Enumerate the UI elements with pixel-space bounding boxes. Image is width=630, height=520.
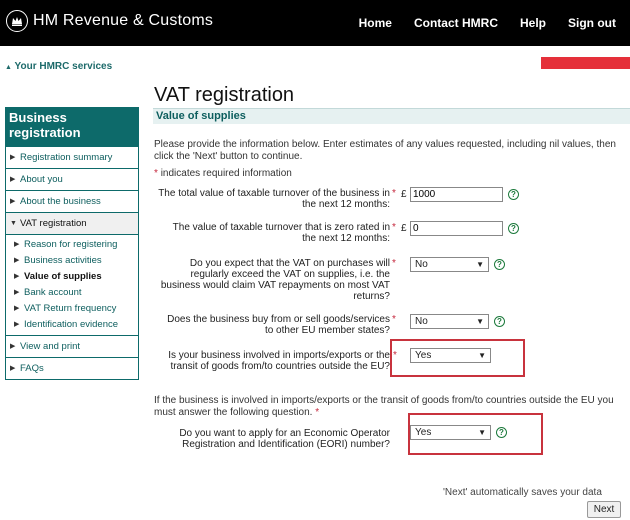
sub-item-identification-evidence[interactable]: ▶ Identification evidence (14, 317, 138, 333)
nav-help[interactable]: Help (520, 16, 546, 30)
triangle-right-icon: ▶ (10, 154, 16, 161)
autosave-note: 'Next' automatically saves your data (443, 487, 602, 498)
triangle-up-icon: ▲ (5, 64, 12, 71)
q4-label: Does the business buy from or sell goods… (167, 314, 390, 336)
triangle-right-icon: ▶ (10, 198, 16, 205)
triangle-right-icon: ▶ (14, 273, 20, 280)
top-nav: Home Contact HMRC Help Sign out (359, 16, 616, 30)
triangle-right-icon: ▶ (10, 343, 16, 350)
q1-label: The total value of taxable turnover of t… (158, 188, 390, 210)
sidebar-item-faqs[interactable]: ▶ FAQs (6, 357, 138, 379)
sidebar-item-about-you[interactable]: ▶ About you (6, 168, 138, 190)
q1-total-turnover-input[interactable] (410, 187, 503, 202)
q4-eu-trade-select[interactable]: No ▼ (410, 314, 489, 329)
dropdown-arrow-icon: ▼ (476, 317, 484, 326)
sub-item-value-of-supplies[interactable]: ▶ Value of supplies (14, 269, 138, 285)
sidebar: Business registration ▶ Registration summ… (5, 107, 139, 380)
highlight-box-imports-exports (390, 339, 525, 377)
triangle-right-icon: ▶ (14, 321, 20, 328)
q2-zero-rated-input[interactable] (410, 221, 503, 236)
next-button[interactable]: Next (587, 501, 621, 518)
q1-required-mark: * (392, 188, 396, 199)
q3-vat-repayments-select[interactable]: No ▼ (410, 257, 489, 272)
sub-item-bank-account[interactable]: ▶ Bank account (14, 285, 138, 301)
required-note: * indicates required information (154, 168, 292, 179)
help-circle-icon[interactable]: ? (494, 316, 505, 327)
sidebar-submenu: ▶ Reason for registering ▶ Business activi… (6, 234, 138, 335)
nav-home[interactable]: Home (359, 16, 392, 30)
highlight-box-eori (408, 413, 543, 455)
page-title: VAT registration (154, 84, 295, 106)
help-circle-icon[interactable]: ? (494, 259, 505, 270)
triangle-right-icon: ▶ (10, 176, 16, 183)
logo-text: HM Revenue & Customs (33, 12, 214, 29)
q3-label: Do you expect that the VAT on purchases … (160, 258, 390, 302)
triangle-down-icon: ▼ (10, 220, 17, 227)
red-banner-strip (541, 57, 630, 69)
your-hmrc-services-link[interactable]: ▲ Your HMRC services (5, 61, 112, 72)
sidebar-item-registration-summary[interactable]: ▶ Registration summary (6, 146, 138, 168)
q1-currency: £ (401, 189, 407, 200)
sub-item-vat-return-frequency[interactable]: ▶ VAT Return frequency (14, 301, 138, 317)
sidebar-item-view-and-print[interactable]: ▶ View and print (6, 335, 138, 357)
sidebar-item-vat-registration[interactable]: ▼ VAT registration (6, 212, 138, 234)
dropdown-arrow-icon: ▼ (476, 260, 484, 269)
crown-crest-icon (6, 10, 28, 32)
help-circle-icon[interactable]: ? (508, 189, 519, 200)
nav-contact-hmrc[interactable]: Contact HMRC (414, 16, 498, 30)
q2-currency: £ (401, 223, 407, 234)
section-heading: Value of supplies (153, 108, 630, 124)
triangle-right-icon: ▶ (14, 289, 20, 296)
triangle-right-icon: ▶ (10, 365, 16, 372)
q4-required-mark: * (392, 314, 396, 325)
site-header: HM Revenue & Customs Home Contact HMRC H… (0, 0, 630, 46)
sidebar-heading: Business registration (6, 108, 138, 146)
sidebar-item-about-the-business[interactable]: ▶ About the business (6, 190, 138, 212)
q6-label: Do you want to apply for an Economic Ope… (179, 428, 390, 450)
hmrc-logo[interactable]: HM Revenue & Customs (6, 10, 213, 32)
triangle-right-icon: ▶ (14, 305, 20, 312)
nav-sign-out[interactable]: Sign out (568, 16, 616, 30)
triangle-right-icon: ▶ (14, 257, 20, 264)
q2-label: The value of taxable turnover that is ze… (172, 222, 390, 244)
q5-label: Is your business involved in imports/exp… (168, 350, 390, 372)
help-circle-icon[interactable]: ? (508, 223, 519, 234)
q2-required-mark: * (392, 222, 396, 233)
intro-text: Please provide the information below. En… (154, 139, 616, 162)
sub-item-reason-for-registering[interactable]: ▶ Reason for registering (14, 237, 138, 253)
triangle-right-icon: ▶ (14, 241, 20, 248)
sub-item-business-activities[interactable]: ▶ Business activities (14, 253, 138, 269)
eu-note-text: If the business is involved in imports/e… (154, 395, 614, 418)
q3-required-mark: * (392, 258, 396, 269)
